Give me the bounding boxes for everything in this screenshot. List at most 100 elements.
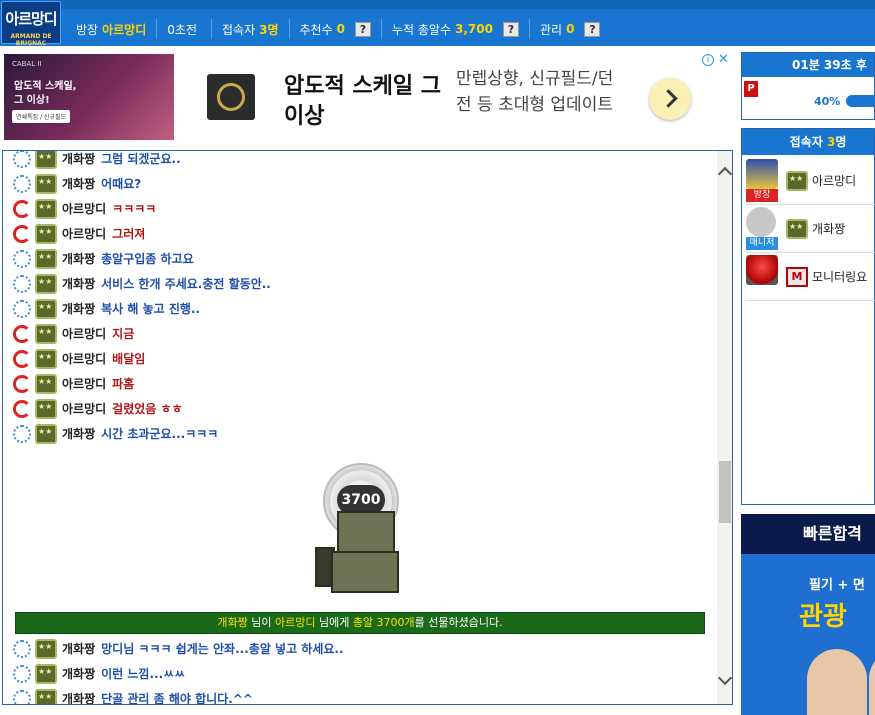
rank-badge-icon [35, 373, 57, 394]
chat-nick[interactable]: 개화짱 [62, 690, 95, 704]
chat-nick[interactable]: 아르망디 [62, 225, 106, 242]
chat-nick[interactable]: 개화짱 [62, 250, 95, 267]
monitor-badge-icon: M [786, 266, 808, 287]
chat-nick[interactable]: 개화짱 [62, 151, 95, 167]
ad-description[interactable]: 만렙상향, 신규필드/던전 등 초대형 업데이트 [456, 66, 616, 118]
viewers-label: 접속자 [221, 22, 256, 37]
chat-message: 개화짱 서비스 한개 주세요.충전 할동안.. [13, 271, 271, 296]
viewer-avatar: 방장 [746, 158, 778, 203]
ad-close-icon[interactable]: ✕ [718, 53, 729, 66]
rank-badge-icon [35, 151, 57, 169]
chat-nick[interactable]: 개화짱 [62, 175, 95, 192]
channel-header: 아르망디 ARMAND DE BRIGNAC 방장 아르망디 0초전 접속자 3… [0, 0, 875, 47]
side-ad-line1: 필기 + 면 [809, 578, 865, 593]
chat-text: 어때요? [101, 177, 142, 191]
chat-text: 그러져 [112, 227, 146, 241]
ad-go-button[interactable] [649, 78, 691, 120]
rank-badge-icon [35, 638, 57, 659]
ad-image-cta: 연쇄특집 / 신규필드 [12, 110, 70, 123]
channel-logo[interactable]: 아르망디 ARMAND DE BRIGNAC [1, 1, 61, 47]
chat-nick[interactable]: 아르망디 [62, 200, 106, 217]
chat-nick[interactable]: 아르망디 [62, 400, 106, 417]
host-badge-icon [13, 399, 31, 418]
manage-stat: 관리 0 ? [530, 19, 610, 39]
bullets-help-button[interactable]: ? [502, 21, 519, 37]
fan-badge-icon [13, 151, 31, 168]
chat-message: 개화짱 이런 느낌...ㅆㅆ [13, 661, 185, 686]
viewers-panel-suffix: 명 [835, 135, 847, 149]
ad-image-text: 압도적 스케일, 그 이상! [14, 81, 77, 106]
viewer-name[interactable]: 모니터링요 [812, 268, 867, 285]
chat-text: ㅋㅋㅋㅋ [112, 202, 157, 216]
fan-badge-icon [13, 639, 31, 658]
manage-help-button[interactable]: ? [584, 21, 601, 37]
viewer-role: 매니저 [746, 236, 778, 250]
host-name[interactable]: 아르망디 [102, 21, 146, 38]
viewer-item[interactable]: M 모니터링요 [746, 253, 875, 301]
viewer-item[interactable]: 방장 아르망디 [746, 157, 875, 205]
recommend-help-button[interactable]: ? [354, 21, 371, 37]
scroll-down-icon[interactable] [717, 670, 732, 686]
chat-text: 서비스 한개 주세요.충전 할동안.. [101, 277, 271, 291]
rank-badge-icon [786, 170, 808, 191]
side-ad-banner[interactable]: 빠른합격 필기 + 면 관광 [741, 514, 875, 715]
top-nav-strip [0, 0, 875, 9]
viewers-stat: 접속자 3명 [212, 19, 290, 39]
viewer-name[interactable]: 개화짱 [812, 220, 845, 237]
viewers-panel: 접속자 3명 방장 아르망디 매니저 개화짱 M 모니터링요 [741, 128, 875, 505]
rank-badge-icon [786, 218, 808, 239]
viewer-item[interactable]: 매니저 개화짱 [746, 205, 875, 253]
top-ad-banner[interactable]: CABAL II 압도적 스케일, 그 이상! 연쇄특집 / 신규필드 압도적 … [2, 52, 732, 142]
chat-panel: 3700 개화짱 님이 아르망디 님에게 총알 3700개를 선물하셨습니다. … [2, 150, 733, 705]
chat-nick[interactable]: 개화짱 [62, 640, 95, 657]
host-badge-icon [13, 349, 31, 368]
chat-text: 파홈 [112, 377, 135, 391]
chat-message: 개화짱 복사 해 놓고 진행.. [13, 296, 200, 321]
timer-text: 01분 39초 후 6 [742, 53, 874, 96]
ad-image[interactable]: CABAL II 압도적 스케일, 그 이상! 연쇄특집 / 신규필드 [4, 54, 174, 140]
scroll-up-icon[interactable] [717, 166, 732, 182]
side-ad-line2: 관광 [799, 602, 847, 632]
ad-game-logo-icon [207, 74, 255, 120]
rank-badge-icon [35, 688, 57, 704]
viewer-name[interactable]: 아르망디 [812, 172, 856, 189]
rank-badge-icon [35, 223, 57, 244]
ad-headline[interactable]: 압도적 스케일 그이상 [284, 72, 444, 132]
rank-badge-icon [35, 348, 57, 369]
fan-badge-icon [13, 174, 31, 193]
chat-text: 그럼 되겠군요.. [101, 152, 181, 166]
logo-subtitle: ARMAND DE BRIGNAC [10, 33, 52, 47]
gift-from-suffix: 님이 [247, 616, 275, 629]
host-stat: 방장 아르망디 [66, 19, 158, 39]
chat-message: 아르망디 파홈 [13, 371, 134, 396]
rank-badge-icon [35, 663, 57, 684]
chat-nick[interactable]: 개화짱 [62, 665, 95, 682]
chat-message: 개화짱 어때요? [13, 171, 141, 196]
chat-nick[interactable]: 개화짱 [62, 275, 95, 292]
chat-nick[interactable]: 아르망디 [62, 325, 106, 342]
chat-text: 복사 해 놓고 진행.. [101, 302, 201, 316]
gift-notice: 개화짱 님이 아르망디 님에게 총알 3700개를 선물하셨습니다. [15, 612, 705, 634]
chat-message: 아르망디 걸렸었음 ㅎㅎ [13, 396, 183, 421]
ad-info-icon[interactable]: i [702, 54, 714, 66]
chat-text: 배달임 [112, 352, 146, 366]
chat-nick[interactable]: 개화짱 [62, 425, 95, 442]
fan-badge-icon [13, 274, 31, 293]
chat-nick[interactable]: 아르망디 [62, 350, 106, 367]
scroll-thumb[interactable] [719, 461, 731, 523]
chat-message: 아르망디 ㅋㅋㅋㅋ [13, 196, 156, 221]
gift-animation: 3700 [303, 463, 423, 593]
chat-message: 개화짱 망디님 ㅋㅋㅋ 쉽게는 안좌...총알 넣고 하세요.. [13, 636, 344, 661]
chat-nick[interactable]: 개화짱 [62, 300, 95, 317]
chat-nick[interactable]: 아르망디 [62, 375, 106, 392]
timer-panel: 01분 39초 후 6 P 40% [741, 52, 875, 120]
host-badge-icon [13, 199, 31, 218]
chat-scrollbar[interactable] [717, 151, 732, 704]
channel-stats: 방장 아르망디 0초전 접속자 3명 추천수 0 ? 누적 총알수 3,700 … [66, 19, 610, 39]
rank-badge-icon [35, 423, 57, 444]
points-avatar-icon [746, 206, 776, 237]
host-label: 방장 [76, 22, 99, 37]
chat-text: 이런 느낌...ㅆㅆ [101, 667, 186, 681]
chat-text: 지금 [112, 327, 135, 341]
gift-from: 개화짱 [217, 616, 248, 629]
